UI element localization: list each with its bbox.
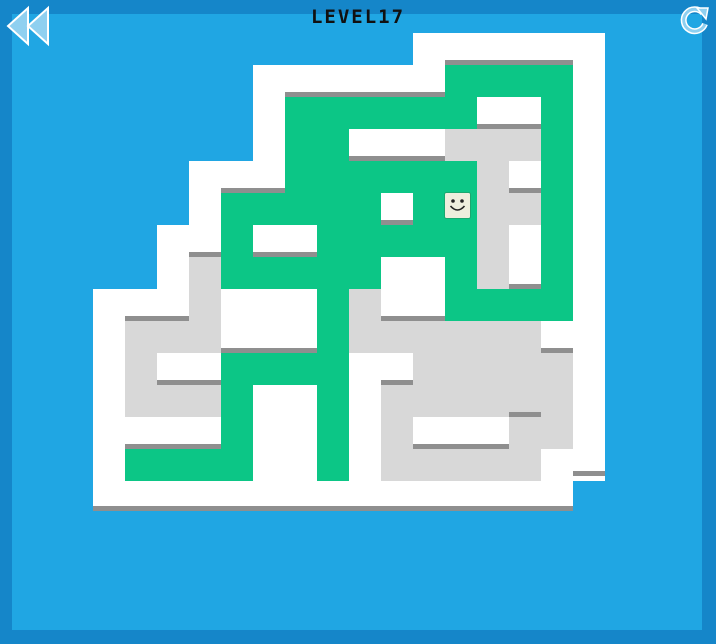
level-title: LEVEL17 [310,6,406,28]
maze-board [93,33,605,511]
player-block [444,192,471,219]
smiley-block-icon [444,192,471,219]
restart-icon [680,6,709,35]
restart-button[interactable] [676,2,712,38]
back-button[interactable] [4,4,50,48]
double-left-arrow-icon [6,5,49,47]
